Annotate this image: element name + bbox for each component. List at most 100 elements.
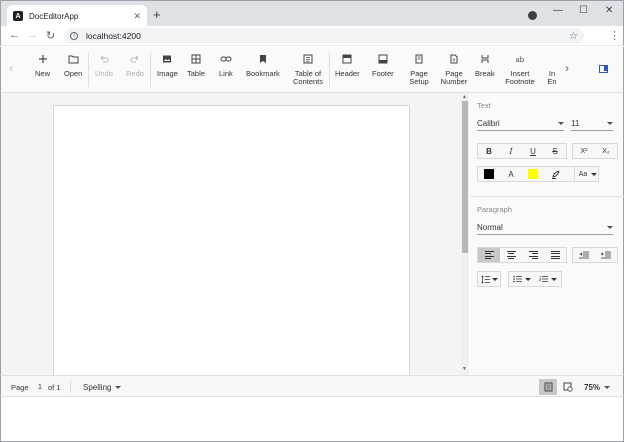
browser-menu-icon[interactable]: ⋮ [609,29,620,42]
browser-tab[interactable]: A DocEditorApp ✕ [7,5,147,27]
highlighter-icon[interactable] [544,167,566,181]
toolbar-break-button[interactable]: Break [475,53,495,78]
spelling-dropdown[interactable]: Spelling [83,383,122,392]
minimize-button[interactable]: — [553,5,563,16]
font-color-picker[interactable] [478,167,500,181]
tab-title: DocEditorApp [29,11,79,21]
document-page[interactable] [53,105,410,385]
chevron-down-icon [604,386,611,389]
document-canvas[interactable] [0,93,461,385]
browser-address-row: ← → ↻ i localhost:4200 ☆ ⋮ [0,26,624,46]
toolbar-insert-footnote-button[interactable]: ab Insert Footnote [504,53,536,86]
redo-icon [129,53,141,65]
justify-icon [550,250,560,260]
chevron-down-icon [525,277,531,281]
profile-icon[interactable] [528,11,537,20]
properties-pane-toggle-icon[interactable] [599,65,608,73]
increase-indent-icon [601,251,611,259]
subscript-button[interactable]: X₂ [595,144,617,158]
page-total-label: of 1 [48,383,61,392]
align-left-icon [484,250,494,260]
toolbar-separator [150,53,151,87]
font-color-label[interactable]: A [500,167,522,181]
close-window-button[interactable]: ✕ [605,5,613,16]
page-label: Page [11,383,29,392]
endnote-icon [546,53,558,65]
list-group [508,271,562,287]
font-family-dropdown[interactable]: Calibri [477,117,564,131]
zoom-dropdown[interactable]: 75% [584,383,611,392]
toc-icon [302,53,314,65]
toolbar-page-number-button[interactable]: # Page Number [439,53,469,86]
toolbar-table-button[interactable]: Table [187,53,205,78]
forward-button[interactable]: → [27,29,38,41]
paragraph-section-heading: Paragraph [477,205,513,214]
folder-icon [67,53,79,65]
underline-button[interactable]: U [522,144,544,158]
align-center-button[interactable] [500,248,522,262]
print-layout-button[interactable] [539,379,557,395]
paragraph-style-dropdown[interactable]: Normal [477,221,613,235]
info-icon[interactable]: i [70,32,78,40]
new-tab-button[interactable]: + [153,7,161,22]
chevron-down-icon [551,277,557,281]
toolbar-link-button[interactable]: Link [219,53,233,78]
pane-divider [470,196,624,197]
align-left-button[interactable] [478,248,500,262]
toolbar-page-setup-button[interactable]: Page Setup [407,53,431,86]
bookmark-star-icon[interactable]: ☆ [569,31,578,42]
url-text[interactable]: localhost:4200 [86,31,569,41]
bookmark-icon [257,53,269,65]
scroll-down-arrow-icon[interactable]: ▼ [462,366,467,372]
toolbar-footer-button[interactable]: Footer [372,53,394,78]
font-color-swatch [484,169,494,179]
back-button[interactable]: ← [9,29,20,41]
table-icon [190,53,202,65]
editor-toolbar: ‹ New Open Undo Redo Image Table Link Bo… [0,47,624,93]
toolbar-redo-button[interactable]: Redo [126,53,144,78]
toolbar-open-button[interactable]: Open [64,53,82,78]
change-case-dropdown[interactable]: Aa [574,166,599,182]
align-right-button[interactable] [522,248,544,262]
toolbar-image-button[interactable]: Image [157,53,178,78]
toolbar-insert-endnote-button[interactable]: In En [546,53,558,86]
current-page-input[interactable]: 1 [34,380,46,392]
numbered-list-button[interactable] [535,272,551,286]
line-spacing-icon [478,272,492,286]
web-layout-button[interactable] [559,379,577,395]
decrease-indent-button[interactable] [573,248,595,262]
superscript-button[interactable]: X² [573,144,595,158]
scrollbar-thumb[interactable] [462,101,468,253]
toolbar-scroll-left-button[interactable]: ‹ [9,61,13,75]
text-style-group: B I U S [477,143,567,159]
script-group: X² X₂ [572,143,618,159]
line-spacing-dropdown[interactable] [477,271,501,287]
toolbar-header-button[interactable]: Header [335,53,360,78]
scroll-up-arrow-icon[interactable]: ▲ [462,94,467,100]
header-icon [341,53,353,65]
tab-close-icon[interactable]: ✕ [133,11,141,22]
bullet-list-button[interactable] [509,272,525,286]
increase-indent-button[interactable] [595,248,617,262]
decrease-indent-icon [579,251,589,259]
reload-button[interactable]: ↻ [46,29,55,42]
toolbar-separator [329,53,330,87]
italic-button[interactable]: I [500,144,522,158]
bold-button[interactable]: B [478,144,500,158]
strikethrough-button[interactable]: S [544,144,566,158]
justify-button[interactable] [544,248,566,262]
toolbar-table-of-contents-button[interactable]: Table of Contents [291,53,325,86]
bullet-list-dropdown[interactable] [525,272,535,286]
highlight-color-picker[interactable] [522,167,544,181]
toolbar-undo-button[interactable]: Undo [95,53,113,78]
plus-icon [37,53,49,65]
toolbar-new-button[interactable]: New [35,53,50,78]
toolbar-scroll-right-button[interactable]: › [565,61,569,75]
numbered-list-dropdown[interactable] [551,272,561,286]
address-bar[interactable]: i localhost:4200 ☆ [64,28,584,44]
image-icon [161,53,173,65]
maximize-button[interactable]: ☐ [579,5,588,16]
toolbar-bookmark-button[interactable]: Bookmark [246,53,280,78]
font-size-dropdown[interactable]: 11 [571,117,613,131]
document-vertical-scrollbar[interactable]: ▲ ▼ [461,93,469,375]
